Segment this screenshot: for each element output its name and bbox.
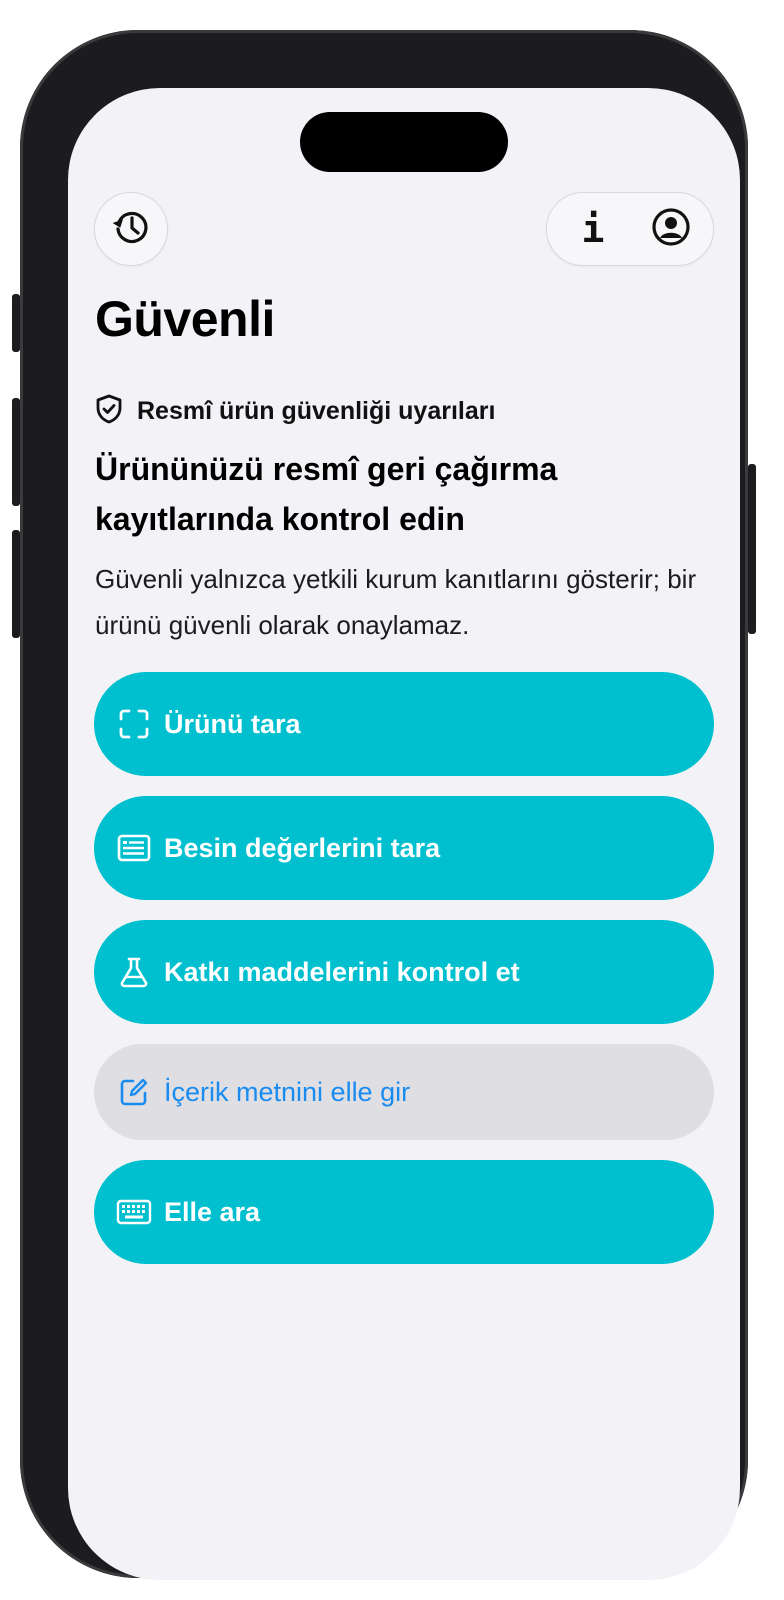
person-circle-icon <box>651 207 691 252</box>
keyboard-icon <box>116 1194 152 1230</box>
action-label: Ürünü tara <box>164 708 301 739</box>
document-text-icon <box>116 830 152 866</box>
eyebrow: Resmî ürün güvenliği uyarıları <box>95 394 495 429</box>
description: Güvenli yalnızca yetkili kurum kanıtları… <box>95 564 697 640</box>
manual-ingredients-button[interactable]: İçerik metnini elle gir <box>94 1044 714 1140</box>
profile-button[interactable] <box>649 207 693 251</box>
scan-product-button[interactable]: Ürünü tara <box>94 672 714 776</box>
scan-frame-icon <box>116 706 152 742</box>
volume-up-button <box>12 398 20 506</box>
phone-frame: i Güvenli Resmî ürün güvenliği uyarıları… <box>12 30 756 1580</box>
check-additives-button[interactable]: Katkı maddelerini kontrol et <box>94 920 714 1024</box>
edit-square-icon <box>116 1074 152 1110</box>
flask-icon <box>116 954 152 990</box>
scan-nutrition-button[interactable]: Besin değerlerini tara <box>94 796 714 900</box>
info-icon: i <box>581 207 605 251</box>
shield-check-icon <box>95 394 123 429</box>
screen: i Güvenli Resmî ürün güvenliği uyarıları… <box>68 88 740 1580</box>
action-label: İçerik metnini elle gir <box>164 1076 411 1107</box>
page-title: Güvenli <box>95 291 275 347</box>
clock-arrow-history-icon <box>111 207 151 252</box>
header-actions: i <box>546 192 714 266</box>
action-label: Besin değerlerini tara <box>164 832 441 863</box>
power-button <box>748 464 756 634</box>
dynamic-island <box>300 112 508 172</box>
eyebrow-text: Resmî ürün güvenliği uyarıları <box>137 397 496 425</box>
action-label: Katkı maddelerini kontrol et <box>164 956 520 987</box>
volume-down-button <box>12 530 20 638</box>
headline: Ürününüzü resmî geri çağırma kayıtlarınd… <box>95 451 558 537</box>
action-label: Elle ara <box>164 1196 261 1227</box>
info-button[interactable]: i <box>571 207 615 251</box>
history-button[interactable] <box>94 192 168 266</box>
manual-search-button[interactable]: Elle ara <box>94 1160 714 1264</box>
action-button <box>12 294 20 352</box>
